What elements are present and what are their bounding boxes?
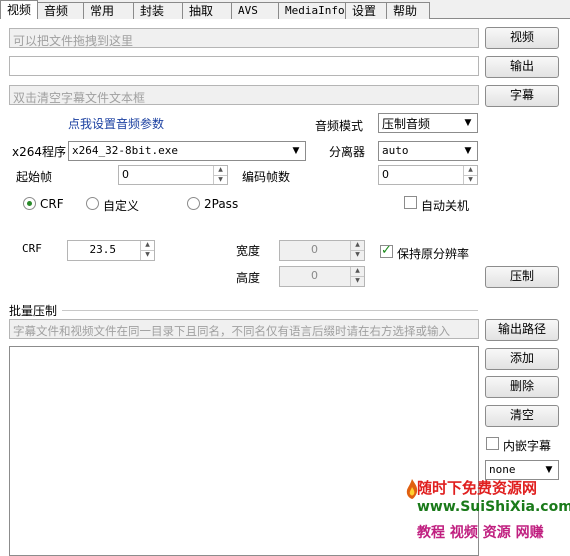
chevron-down-icon: ▼	[292, 146, 300, 156]
audio-mode-select[interactable]: 压制音频 ▼	[378, 113, 478, 133]
frame-count-stepper[interactable]: 0 ▲ ▼	[378, 165, 478, 185]
start-frame-label: 起始帧	[16, 170, 53, 184]
output-path-button[interactable]: 输出路径	[485, 319, 559, 341]
crf-value: 23.5	[89, 243, 117, 256]
watermark-line-2: www.SuiShiXia.com	[417, 499, 570, 515]
subtitle-button[interactable]: 字幕	[485, 85, 559, 107]
custom-radio[interactable]	[86, 197, 99, 210]
video-button[interactable]: 视频	[485, 27, 559, 49]
frame-count-value: 0	[382, 168, 389, 181]
height-value: 0	[311, 269, 318, 282]
batch-hint-input[interactable]: 字幕文件和视频文件在同一目录下且同名，不同名仅有语言后缀时请在右方选择或输入	[9, 319, 479, 339]
width-label: 宽度	[236, 244, 261, 258]
tab-bar: 视频 音频 常用 封装 抽取 AVS MediaInfo 设置 帮助	[0, 0, 570, 19]
x264-label: x264程序	[12, 145, 67, 159]
keep-resolution-checkbox[interactable]	[380, 243, 393, 258]
demuxer-select[interactable]: auto ▼	[378, 141, 478, 161]
height-stepper[interactable]: 0 ▲ ▼	[279, 266, 365, 287]
crf-radio-label: CRF	[40, 197, 64, 211]
spin-down-icon[interactable]: ▼	[214, 174, 227, 185]
site-watermark: 随时下免费资源网 www.SuiShiXia.com 教程 视频 资源 网赚	[405, 475, 570, 556]
height-spin-buttons[interactable]: ▲ ▼	[350, 267, 364, 286]
x264-value: x264_32-8bit.exe	[72, 144, 178, 157]
demuxer-label: 分离器	[329, 145, 366, 159]
tab-mux[interactable]: 封装	[133, 2, 184, 19]
auto-shutdown-label: 自动关机	[421, 199, 470, 213]
x264-select[interactable]: x264_32-8bit.exe ▼	[68, 141, 306, 161]
tab-settings[interactable]: 设置	[345, 2, 388, 19]
chevron-down-icon: ▼	[464, 146, 472, 156]
width-value: 0	[311, 243, 318, 256]
spin-up-icon[interactable]: ▲	[351, 241, 364, 250]
output-file-input[interactable]	[9, 56, 479, 76]
tab-help[interactable]: 帮助	[386, 2, 431, 19]
embed-subtitle-label: 内嵌字幕	[503, 439, 552, 453]
chevron-down-icon: ▼	[464, 118, 472, 128]
batch-hint-placeholder: 字幕文件和视频文件在同一目录下且同名，不同名仅有语言后缀时请在右方选择或输入	[13, 324, 450, 338]
crf-stepper[interactable]: 23.5 ▲ ▼	[67, 240, 155, 261]
batch-divider	[62, 310, 478, 311]
spin-up-icon[interactable]: ▲	[464, 166, 477, 175]
twopass-radio[interactable]	[187, 197, 200, 210]
start-frame-stepper[interactable]: 0 ▲ ▼	[118, 165, 228, 185]
spin-up-icon[interactable]: ▲	[141, 241, 154, 250]
width-stepper[interactable]: 0 ▲ ▼	[279, 240, 365, 261]
embed-subtitle-checkbox[interactable]	[486, 437, 499, 450]
subtitle-file-placeholder: 双击清空字幕文件文本框	[13, 91, 146, 105]
subtitle-file-input[interactable]: 双击清空字幕文件文本框	[9, 85, 479, 105]
spin-down-icon[interactable]: ▼	[351, 250, 364, 260]
demuxer-value: auto	[382, 144, 409, 157]
spin-up-icon[interactable]: ▲	[351, 267, 364, 276]
audio-mode-value: 压制音频	[382, 117, 431, 131]
batch-section-title: 批量压制	[9, 304, 58, 318]
spin-down-icon[interactable]: ▼	[464, 174, 477, 185]
tab-avs[interactable]: AVS	[231, 2, 280, 19]
frame-count-spin-buttons[interactable]: ▲ ▼	[463, 166, 477, 184]
video-file-input[interactable]: 可以把文件拖拽到这里	[9, 28, 479, 48]
start-frame-spin-buttons[interactable]: ▲ ▼	[213, 166, 227, 184]
output-button[interactable]: 输出	[485, 56, 559, 78]
watermark-line-3: 教程 视频 资源 网赚	[417, 525, 544, 541]
spin-down-icon[interactable]: ▼	[351, 276, 364, 286]
crf-radio[interactable]	[23, 197, 36, 210]
keep-resolution-label: 保持原分辨率	[397, 247, 470, 261]
encode-button[interactable]: 压制	[485, 266, 559, 288]
tab-audio[interactable]: 音频	[37, 2, 85, 19]
audio-settings-link[interactable]: 点我设置音频参数	[68, 115, 164, 132]
tab-extract[interactable]: 抽取	[182, 2, 233, 19]
audio-mode-label: 音频模式	[315, 119, 364, 133]
video-file-placeholder: 可以把文件拖拽到这里	[13, 34, 134, 48]
watermark-line-1: 随时下免费资源网	[417, 479, 538, 497]
crf-spin-buttons[interactable]: ▲ ▼	[140, 241, 154, 260]
custom-radio-label: 自定义	[103, 199, 140, 213]
tab-common[interactable]: 常用	[83, 2, 135, 19]
tab-mediainfo[interactable]: MediaInfo	[278, 2, 347, 19]
add-button[interactable]: 添加	[485, 348, 559, 370]
spin-up-icon[interactable]: ▲	[214, 166, 227, 175]
start-frame-value: 0	[122, 168, 129, 181]
auto-shutdown-checkbox[interactable]	[404, 196, 417, 209]
height-label: 高度	[236, 271, 261, 285]
delete-button[interactable]: 删除	[485, 376, 559, 398]
tab-video[interactable]: 视频	[0, 0, 39, 19]
spin-down-icon[interactable]: ▼	[141, 250, 154, 260]
crf-label: CRF	[22, 242, 42, 255]
clear-button[interactable]: 清空	[485, 405, 559, 427]
twopass-radio-label: 2Pass	[204, 197, 239, 211]
width-spin-buttons[interactable]: ▲ ▼	[350, 241, 364, 260]
frame-count-label: 编码帧数	[242, 170, 291, 184]
